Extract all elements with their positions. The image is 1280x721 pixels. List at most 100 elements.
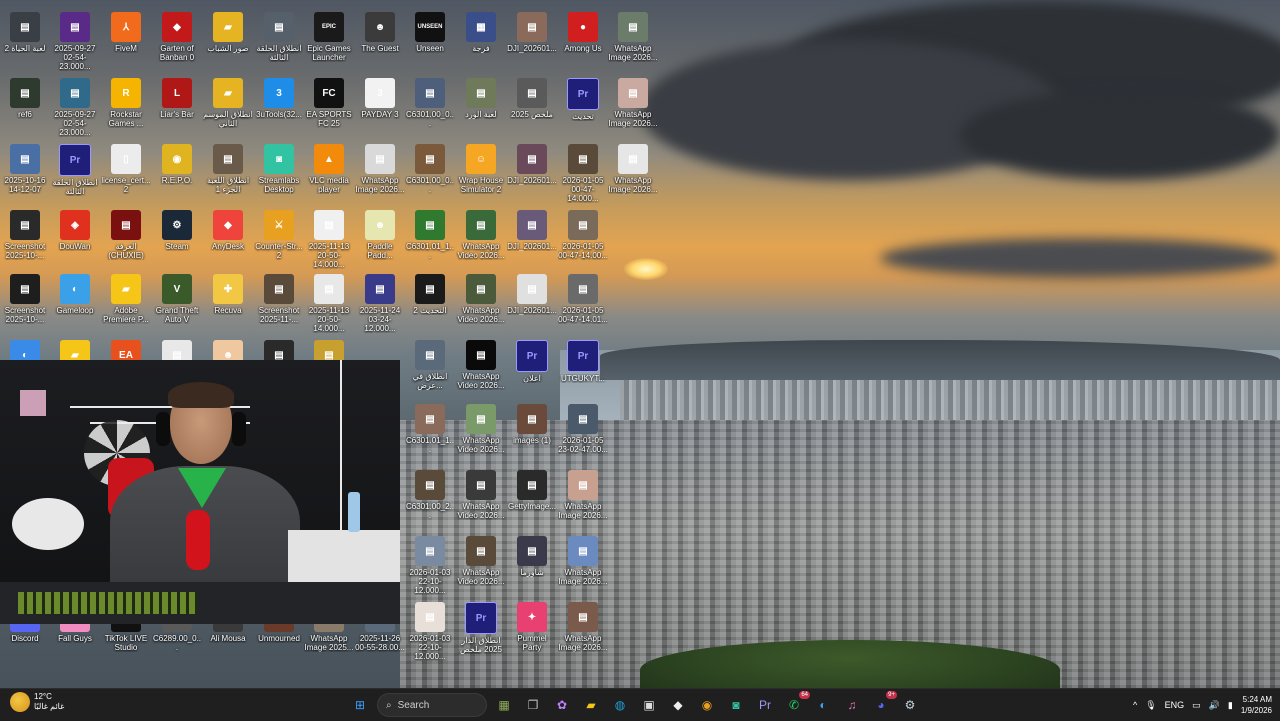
desktop-icon[interactable]: ▰ انطلاق الموسم الثاني	[203, 72, 253, 136]
desktop-icon[interactable]: ⚙ Steam	[152, 204, 202, 268]
desktop-icon[interactable]: ⅄ FiveM	[101, 6, 151, 70]
desktop-icon[interactable]: UNSEEN Unseen	[405, 6, 455, 70]
desktop-icon[interactable]: Pr اعلان	[507, 334, 557, 398]
network-icon[interactable]: ▭	[1192, 700, 1201, 711]
desktop-icon[interactable]: FC EA SPORTS FC 25	[304, 72, 354, 136]
desktop-icon[interactable]: ▤ WhatsApp Video 2026...	[456, 398, 506, 462]
desktop-icon[interactable]: ⚔ Counter-Str... 2	[254, 204, 304, 268]
desktop-icon[interactable]: ▤ 2025-11-24 03-24-12.000...	[355, 268, 405, 333]
desktop-icon[interactable]: ▤ 2025-10-16 14-12-07	[0, 138, 50, 202]
desktop-icon[interactable]: ▤ WhatsApp Video 2026...	[456, 334, 506, 398]
desktop-icon[interactable]: Pr انطلاق الدار 2025 ملخص	[456, 596, 506, 660]
desktop-icon[interactable]: ▤ WhatsApp Image 2026...	[608, 72, 658, 136]
desktop-icon[interactable]: Pr UTGUKYT...	[558, 334, 608, 398]
desktop-icon[interactable]: ◆ Garten of Banban 0	[152, 6, 202, 70]
language-indicator[interactable]: ENG	[1165, 700, 1185, 710]
desktop-icon[interactable]: 3 PAYDAY 3	[355, 72, 405, 136]
steam-icon[interactable]: ⚙	[898, 693, 922, 717]
desktop-icon[interactable]: ▤ 2026-01-03 22-10-12.000...	[405, 596, 455, 661]
desktop-icon[interactable]: ▤ التحديث 2	[405, 268, 455, 332]
desktop-icon[interactable]: ◆ AnyDesk	[203, 204, 253, 268]
desktop-icon[interactable]: ▯ license_cert... 2	[101, 138, 151, 202]
desktop-icon[interactable]: ▤ WhatsApp Image 2026...	[558, 530, 608, 594]
desktop-icon[interactable]: ▤ WhatsApp Image 2026...	[558, 464, 608, 528]
file-explorer-icon[interactable]: ▰	[579, 693, 603, 717]
desktop-icon[interactable]: ▤ C6301.01_1...	[405, 398, 455, 462]
copilot-icon[interactable]: ✿	[550, 693, 574, 717]
desktop-icon[interactable]: ▤ images (1)	[507, 398, 557, 462]
desktop-icon[interactable]: ▤ انطلاق اللعبة الجزء 1	[203, 138, 253, 202]
desktop-icon[interactable]: ● Among Us	[558, 6, 608, 70]
desktop-icon[interactable]: ▤ ref6	[0, 72, 50, 136]
desktop-icon[interactable]: R Rockstar Games ...	[101, 72, 151, 136]
desktop-icon[interactable]: ▲ VLC media player	[304, 138, 354, 202]
desktop-icon[interactable]: ▤ WhatsApp Video 2026...	[456, 464, 506, 528]
desktop-icon[interactable]: Pr تحديث	[558, 72, 608, 136]
taskbar-search[interactable]: ⌕ Search	[377, 693, 487, 717]
desktop-icon[interactable]: ▤ 2025-11-13 20-50-14.000...	[304, 204, 354, 269]
desktop-icon[interactable]: ◈ DouWan	[50, 204, 100, 268]
desktop-icon[interactable]: ✦ Pummel Party	[507, 596, 557, 660]
desktop-icon[interactable]: ▤ WhatsApp Image 2026...	[355, 138, 405, 202]
thumb-icon[interactable]: ▦	[492, 693, 516, 717]
desktop-icon[interactable]: ▤ Screenshot 2025-10-...	[0, 268, 50, 332]
desktop-icon[interactable]: ▤ انطلاق في عرض...	[405, 334, 455, 398]
edge-icon[interactable]: ◍	[608, 693, 632, 717]
desktop-icon[interactable]: ▰ صور الشباب	[203, 6, 253, 70]
desktop-icon[interactable]: ◉ R.E.P.O.	[152, 138, 202, 202]
chrome-icon[interactable]: ◉	[695, 693, 719, 717]
weather-widget[interactable]: 12°C غائم غالبًا	[10, 692, 64, 712]
desktop-icon[interactable]: ▤ 2026-01-05 23-02-47.00...	[558, 398, 608, 462]
desktop-icon[interactable]: ▤ C6301.00_2...	[405, 464, 455, 528]
premiere-icon[interactable]: Pr	[753, 693, 777, 717]
desktop-icon[interactable]: ▤ WhatsApp Image 2026...	[608, 6, 658, 70]
clock[interactable]: 5:24 AM 1/9/2026	[1241, 694, 1272, 716]
desktop-icon[interactable]: ▤ لعبة الورد	[456, 72, 506, 136]
desktop-icon[interactable]: 3 3uTools(32...	[254, 72, 304, 136]
desktop-icon[interactable]: ☻ Paddle Padd...	[355, 204, 405, 268]
desktop-icon[interactable]: ▤ 2026-01-05 00-47-14.01...	[558, 268, 608, 332]
volume-icon[interactable]: 🔊	[1209, 700, 1220, 711]
desktop-icon[interactable]: ▤ DJI_202601...	[507, 204, 557, 268]
desktop-icon[interactable]: ▤ DJI_202601...	[507, 6, 557, 70]
desktop-icon[interactable]: ▤ C6301.01_1...	[405, 204, 455, 268]
desktop-icon[interactable]: ▦ فرجة	[456, 6, 506, 70]
desktop-icon[interactable]: ▤ WhatsApp Image 2026...	[558, 596, 608, 660]
pin-app-icon[interactable]: ◆	[666, 693, 690, 717]
desktop-icon[interactable]: ▤ 2025-09-27 02-54-23.000...	[50, 6, 100, 71]
desktop-icon[interactable]: ☺ Wrap House Simulator 2	[456, 138, 506, 202]
streamlabs-icon[interactable]: ◙	[724, 693, 748, 717]
desktop-icon[interactable]: ▤ DJI_202601...	[507, 268, 557, 332]
desktop-icon[interactable]: ▤ انطلاق الحلقة الثالثة	[254, 6, 304, 70]
desktop-icon[interactable]: ▤ GettyImage...	[507, 464, 557, 528]
microphone-icon[interactable]: 🎙	[1145, 700, 1156, 711]
desktop-icon[interactable]: ▤ لعبة الحياة 2	[0, 6, 50, 70]
desktop-icon[interactable]: ▤ 2025-11-13 20-50-14.000...	[304, 268, 354, 333]
desktop-icon[interactable]: ▤ 2026-01-05 00-47-14.00...	[558, 204, 608, 268]
desktop-icon[interactable]: ▤ Screenshot 2025-11-...	[254, 268, 304, 332]
battery-icon[interactable]: ▮	[1228, 700, 1233, 711]
desktop-icon[interactable]: ▤ WhatsApp Video 2026...	[456, 268, 506, 332]
discord-icon[interactable]: ◕ 9+	[869, 691, 897, 717]
desktop-icon[interactable]: ▤ DJI_202601...	[507, 138, 557, 202]
desktop-icon[interactable]: ◙ Streamlabs Desktop	[254, 138, 304, 202]
desktop-icon[interactable]: EPIC Epic Games Launcher	[304, 6, 354, 70]
desktop-icon[interactable]: ✚ Recuva	[203, 268, 253, 332]
desktop-icon[interactable]: ▤ WhatsApp Video 2026...	[456, 530, 506, 594]
desktop-icon[interactable]: ▤ C6301.00_0...	[405, 138, 455, 202]
tray-chevron-icon[interactable]: ^	[1133, 700, 1137, 710]
desktop-icon[interactable]: ▤ شاورما	[507, 530, 557, 594]
desktop-icon[interactable]: ▤ Screenshot 2025-10-...	[0, 204, 50, 268]
whatsapp-icon[interactable]: ✆ 64	[782, 691, 810, 717]
gameloop-icon[interactable]: ◐	[811, 693, 835, 717]
desktop-icon[interactable]: ▤ WhatsApp Video 2026...	[456, 204, 506, 268]
task-view-icon[interactable]: ❐	[521, 693, 545, 717]
desktop-icon[interactable]: Pr انطلاق الحلقة الثالثة	[50, 138, 100, 202]
desktop-icon[interactable]: ▤ 2026-01-03 22-10-12.000...	[405, 530, 455, 595]
desktop-icon[interactable]: ▤ الغرفة (CHUXIE)	[101, 204, 151, 268]
desktop-icon[interactable]: ◐ Gameloop	[50, 268, 100, 332]
itunes-icon[interactable]: ♫	[840, 693, 864, 717]
start-button-icon[interactable]: ⊞	[348, 693, 372, 717]
store-icon[interactable]: ▣	[637, 693, 661, 717]
desktop-icon[interactable]: V Grand Theft Auto V	[152, 268, 202, 332]
